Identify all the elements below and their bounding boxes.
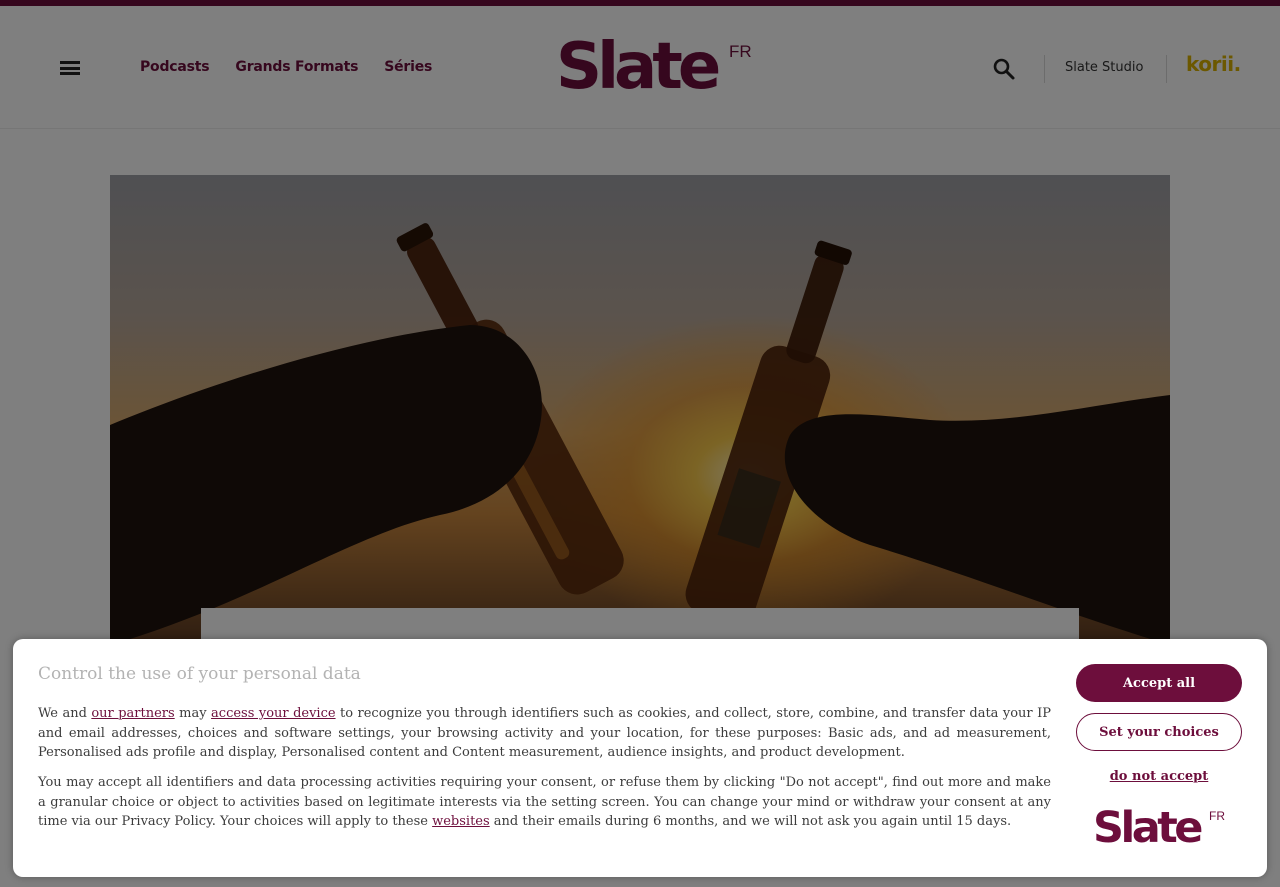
search-icon[interactable] [992,57,1016,81]
site-header: Podcasts Grands Formats Séries Slate FR … [0,6,1280,129]
consent-logo-word: Slate [1093,803,1203,853]
header-divider [1166,55,1167,83]
logo-suffix: FR [729,42,752,61]
header-divider [1044,55,1045,83]
our-partners-link[interactable]: our partners [91,706,174,721]
consent-logo-suffix: FR [1209,809,1225,823]
consent-paragraph-choices: You may accept all identifiers and data … [38,773,1051,832]
main-nav: Podcasts Grands Formats Séries [140,59,432,75]
consent-text: We and [38,706,92,721]
nav-item-grands-formats[interactable]: Grands Formats [235,59,358,75]
set-choices-button[interactable]: Set your choices [1076,713,1242,751]
nav-item-series[interactable]: Séries [384,59,432,75]
consent-dialog: Control the use of your personal data We… [13,639,1267,877]
access-device-link[interactable]: access your device [211,706,336,721]
hero-illustration [110,223,1170,645]
consent-text: and their emails during 6 months, and we… [489,814,1012,829]
korii-link[interactable]: korii. [1186,52,1241,76]
hero-image [110,175,1170,645]
do-not-accept-link[interactable]: do not accept [1076,769,1242,784]
hamburger-menu-icon[interactable] [60,61,80,75]
accept-all-button[interactable]: Accept all [1076,664,1242,702]
consent-title: Control the use of your personal data [38,664,361,684]
slate-studio-link[interactable]: Slate Studio [1065,60,1143,75]
consent-text: may [174,706,212,721]
consent-paragraph-purposes: We and our partners may access your devi… [38,704,1051,763]
websites-link[interactable]: websites [432,814,490,829]
site-logo[interactable]: Slate FR [556,30,756,104]
consent-logo: Slate FR [1093,803,1233,853]
logo-word: Slate [556,30,721,104]
nav-item-podcasts[interactable]: Podcasts [140,59,210,75]
